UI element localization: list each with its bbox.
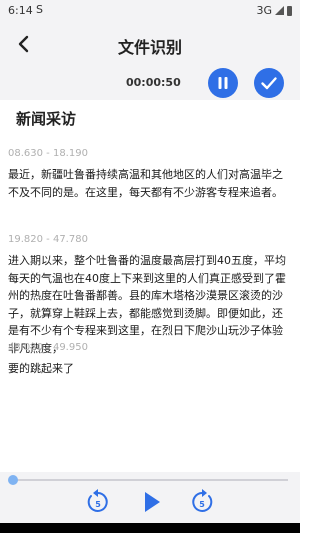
- audio-player: 5 5: [0, 472, 300, 523]
- play-button[interactable]: [140, 489, 164, 515]
- progress-bar[interactable]: [12, 479, 288, 481]
- play-icon: [145, 492, 160, 512]
- rewind-seconds: 5: [95, 500, 101, 509]
- forward-seconds: 5: [199, 500, 205, 509]
- rewind-5-icon: 5: [87, 489, 108, 512]
- signal-icon: [275, 6, 284, 15]
- network-type: 3G: [256, 4, 272, 17]
- progress-knob[interactable]: [8, 475, 18, 485]
- status-indicators: 3G: [256, 4, 292, 17]
- transcript-area[interactable]: 新闻采访 08.630 - 18.190 最近，新疆吐鲁番持续高温和其他地区的人…: [0, 100, 300, 472]
- segment-timestamp: 19.820 - 47.780: [8, 234, 88, 245]
- rewind-button[interactable]: 5: [84, 486, 112, 516]
- pause-icon: [218, 77, 228, 89]
- transcript-segment[interactable]: 19.820 - 47.780 进入期以来，整个吐鲁番的温度最高层打到40五度，…: [8, 232, 290, 357]
- status-time: 6:14: [8, 4, 33, 17]
- transcript-segment[interactable]: 48.080 - 49.950 要的跳起来了: [8, 340, 290, 378]
- check-icon: [261, 77, 277, 90]
- forward-5-icon: 5: [192, 489, 213, 512]
- system-nav-bar: [0, 523, 300, 533]
- segment-timestamp: 48.080 - 49.950: [8, 342, 88, 353]
- segment-text: 最近，新疆吐鲁番持续高温和其他地区的人们对高温毕之不及不同的是。在这里，每天都有…: [8, 168, 283, 199]
- forward-button[interactable]: 5: [188, 486, 216, 516]
- document-title: 新闻采访: [16, 110, 77, 128]
- header: 文件识别 00:00:50: [0, 22, 300, 100]
- transcript-segment[interactable]: 08.630 - 18.190 最近，新疆吐鲁番持续高温和其他地区的人们对高温毕…: [8, 146, 290, 201]
- sync-icon: S: [36, 3, 43, 16]
- battery-icon: [287, 5, 292, 16]
- recording-timer: 00:00:50: [126, 76, 181, 89]
- segment-text: 要的跳起来了: [8, 362, 74, 375]
- pause-button[interactable]: [208, 68, 238, 98]
- segment-timestamp: 08.630 - 18.190: [8, 148, 88, 159]
- confirm-button[interactable]: [254, 68, 284, 98]
- page-title: 文件识别: [117, 38, 182, 57]
- status-bar: 6:14 S 3G: [0, 0, 300, 22]
